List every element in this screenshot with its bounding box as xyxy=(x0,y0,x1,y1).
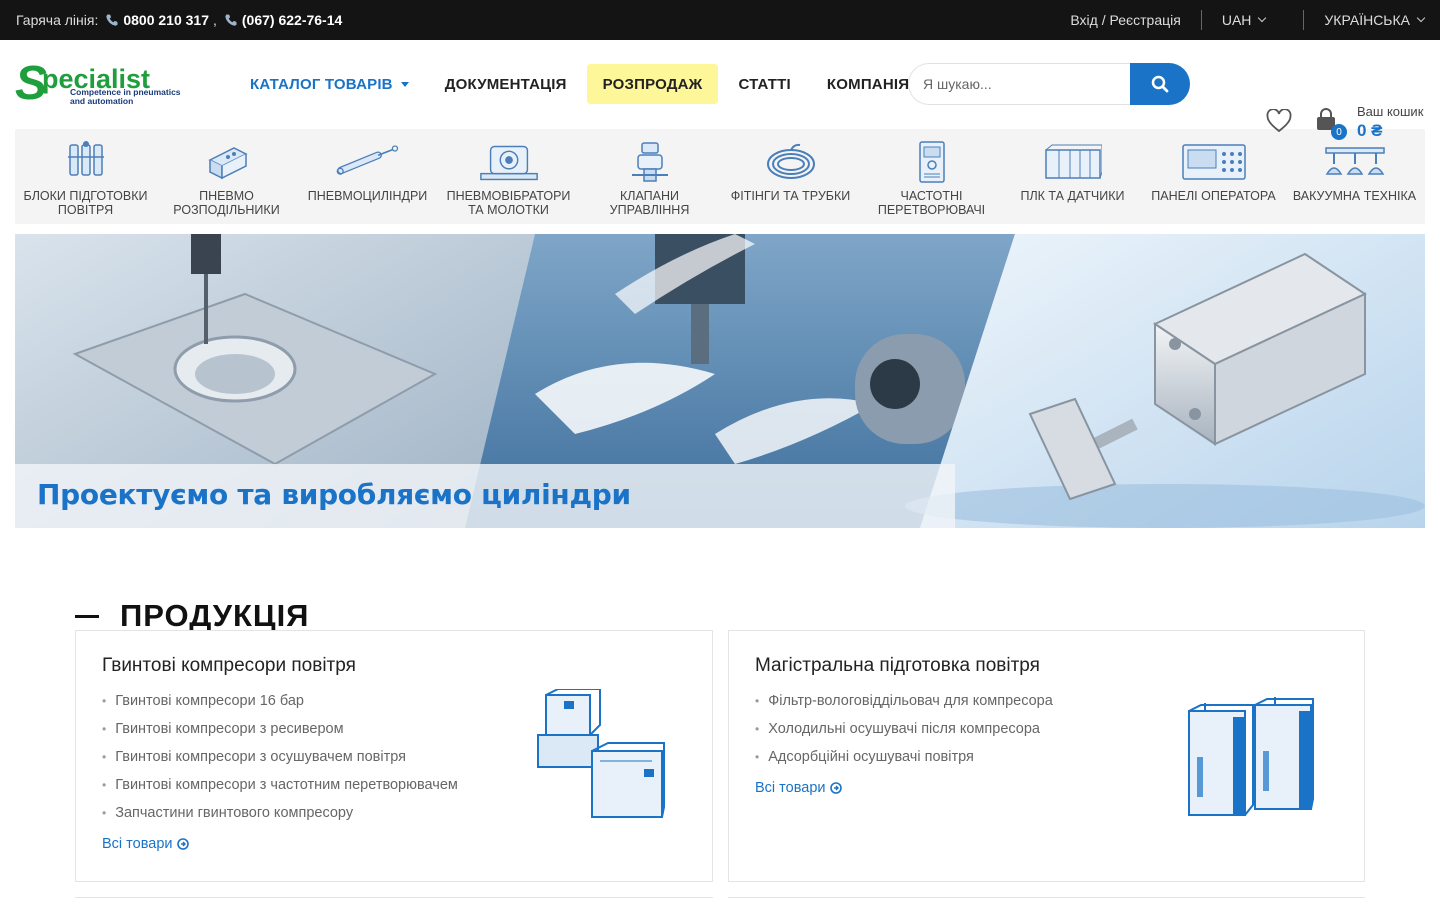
hero-banner[interactable]: Проектуємо та виробляємо циліндри xyxy=(15,234,1425,528)
category-item[interactable]: ПНЕВМОЦИЛІНДРИ xyxy=(297,129,438,224)
category-item[interactable]: ПНЕВМО РОЗПОДІЛЬНИКИ xyxy=(156,129,297,224)
card-list-item[interactable]: Запчастини гвинтового компресору xyxy=(102,803,458,831)
nav-catalog[interactable]: КАТАЛОГ ТОВАРІВ xyxy=(239,64,425,104)
card-list-item[interactable]: Холодильні осушувачі після компресора xyxy=(755,719,1053,747)
category-label: ПНЕВМО РОЗПОДІЛЬНИКИ xyxy=(173,189,280,217)
category-item[interactable]: ВАКУУМНА ТЕХНІКА xyxy=(1284,129,1425,224)
vibrator-icon xyxy=(479,145,538,181)
air-dryer-image xyxy=(1188,697,1314,816)
card-title[interactable]: Магістральна підготовка повітря xyxy=(755,655,1040,677)
vacuum-icon xyxy=(1324,147,1385,175)
search-input[interactable] xyxy=(908,63,1130,105)
chevron-down-icon xyxy=(1258,13,1267,23)
category-item[interactable]: ПНЕВМОВІБРАТОРИ ТА МОЛОТКИ xyxy=(438,129,579,224)
product-card: Магістральна підготовка повітря Фільтр-в… xyxy=(728,630,1365,882)
logo[interactable]: S pecialist Competence in pneumatics and… xyxy=(15,61,211,107)
cart-bag-icon: 0 xyxy=(1314,108,1347,142)
card-list: Фільтр-вологовіддільовач для компресора … xyxy=(755,691,1053,775)
header: S pecialist Competence in pneumatics and… xyxy=(0,40,1440,140)
arrow-circle-right-icon xyxy=(830,782,843,794)
search-bar xyxy=(908,63,1190,105)
nav-articles[interactable]: СТАТТІ xyxy=(722,64,806,104)
cart[interactable]: 0 Ваш кошик 0 ₴ xyxy=(1314,103,1423,142)
plc-icon xyxy=(1044,144,1102,179)
category-label: БЛОКИ ПІДГОТОВКИ ПОВІТРЯ xyxy=(23,189,148,217)
hotline: Гаряча лінія: 0800 210 317, (067) 622-76… xyxy=(16,12,342,28)
all-products-label: Всі товари xyxy=(102,836,173,852)
category-label: ВАКУУМНА ТЕХНІКА xyxy=(1292,189,1417,203)
card-list-item[interactable]: Гвинтові компресори з частотним перетвор… xyxy=(102,775,458,803)
nav-sale[interactable]: РОЗПРОДАЖ xyxy=(586,64,719,104)
valve-manifold-icon xyxy=(207,147,248,180)
screw-compressor-image xyxy=(537,689,665,818)
hotline-label: Гаряча лінія: xyxy=(16,12,99,28)
search-icon xyxy=(1151,75,1169,93)
cylinder-icon xyxy=(336,145,398,175)
card-list-item[interactable]: Фільтр-вологовіддільовач для компресора xyxy=(755,691,1053,719)
banner-caption: Проектуємо та виробляємо циліндри xyxy=(37,478,631,511)
category-item[interactable]: БЛОКИ ПІДГОТОВКИ ПОВІТРЯ xyxy=(15,129,156,224)
category-label: ПНЕВМОЦИЛІНДРИ xyxy=(307,189,428,203)
product-card: Гвинтові компресори повітря Гвинтові ком… xyxy=(75,630,713,882)
phone-icon xyxy=(106,14,119,26)
login-link[interactable]: Вхід / Реєстрація xyxy=(1050,12,1200,28)
section-title: ПРОДУКЦІЯ xyxy=(75,598,309,634)
control-valve-icon xyxy=(631,142,668,182)
category-label: ПНЕВМОВІБРАТОРИ ТА МОЛОТКИ xyxy=(446,189,571,217)
currency-value: UAH xyxy=(1221,12,1252,28)
category-item[interactable]: КЛАПАНИ УПРАВЛІННЯ xyxy=(579,129,720,224)
top-bar: Гаряча лінія: 0800 210 317, (067) 622-76… xyxy=(0,0,1440,40)
all-products-link[interactable]: Всі товари xyxy=(102,836,190,852)
category-label: ПЛК ТА ДАТЧИКИ xyxy=(1020,189,1125,203)
hmi-panel-icon xyxy=(1181,144,1246,180)
hotline-phone-1[interactable]: 0800 210 317 xyxy=(123,12,209,28)
caret-down-icon xyxy=(400,81,409,87)
card-title[interactable]: Гвинтові компресори повітря xyxy=(102,655,356,677)
frl-unit-icon xyxy=(67,141,104,176)
card-list-item[interactable]: Гвинтові компресори з осушувачем повітря xyxy=(102,747,458,775)
card-list-item[interactable]: Гвинтові компресори 16 бар xyxy=(102,691,458,719)
hotline-phone-2[interactable]: (067) 622-76-14 xyxy=(242,12,342,28)
card-list-item[interactable]: Адсорбційні осушувачі повітря xyxy=(755,747,1053,775)
category-bar: БЛОКИ ПІДГОТОВКИ ПОВІТРЯ ПНЕВМО РОЗПОДІЛ… xyxy=(15,129,1425,224)
cart-label: Ваш кошик xyxy=(1357,104,1424,119)
card-list: Гвинтові компресори 16 бар Гвинтові комп… xyxy=(102,691,458,831)
category-item[interactable]: ПАНЕЛІ ОПЕРАТОРА xyxy=(1143,129,1284,224)
category-label: ФІТІНГИ ТА ТРУБКИ xyxy=(730,189,851,203)
phone-separator: , xyxy=(213,12,217,28)
category-label: ЧАСТОТНІ ПЕРЕТВОРЮВАЧІ xyxy=(877,189,986,217)
nav-company-label: КОМПАНІЯ xyxy=(826,75,910,93)
cart-count-badge: 0 xyxy=(1331,124,1347,140)
search-button[interactable] xyxy=(1130,63,1190,105)
cart-total: 0 ₴ xyxy=(1357,121,1383,140)
category-label: КЛАПАНИ УПРАВЛІННЯ xyxy=(609,189,690,217)
main-nav: КАТАЛОГ ТОВАРІВ ДОКУМЕНТАЦІЯ РОЗПРОДАЖ С… xyxy=(239,64,941,104)
category-label: ПАНЕЛІ ОПЕРАТОРА xyxy=(1151,189,1276,203)
card-list-item[interactable]: Гвинтові компресори з ресивером xyxy=(102,719,458,747)
currency-select[interactable]: UAH xyxy=(1202,12,1304,28)
category-item[interactable]: ФІТІНГИ ТА ТРУБКИ xyxy=(720,129,861,224)
nav-catalog-label: КАТАЛОГ ТОВАРІВ xyxy=(250,75,393,93)
arrow-circle-right-icon xyxy=(177,838,190,850)
products-heading: ПРОДУКЦІЯ xyxy=(120,598,310,633)
language-select[interactable]: УКРАЇНСЬКА xyxy=(1304,12,1426,28)
language-value: УКРАЇНСЬКА xyxy=(1324,12,1410,28)
nav-docs[interactable]: ДОКУМЕНТАЦІЯ xyxy=(429,64,583,104)
all-products-label: Всі товари xyxy=(755,780,826,796)
inverter-icon xyxy=(918,141,945,183)
tubing-icon xyxy=(766,143,815,179)
title-dash xyxy=(75,614,99,618)
category-item[interactable]: ЧАСТОТНІ ПЕРЕТВОРЮВАЧІ xyxy=(861,129,1002,224)
chevron-down-icon xyxy=(1416,13,1426,23)
wishlist-heart-icon[interactable] xyxy=(1266,109,1292,133)
phone-icon xyxy=(225,14,237,26)
all-products-link[interactable]: Всі товари xyxy=(755,780,843,796)
logo-tagline-2: and automation xyxy=(70,96,133,106)
category-item[interactable]: ПЛК ТА ДАТЧИКИ xyxy=(1002,129,1143,224)
